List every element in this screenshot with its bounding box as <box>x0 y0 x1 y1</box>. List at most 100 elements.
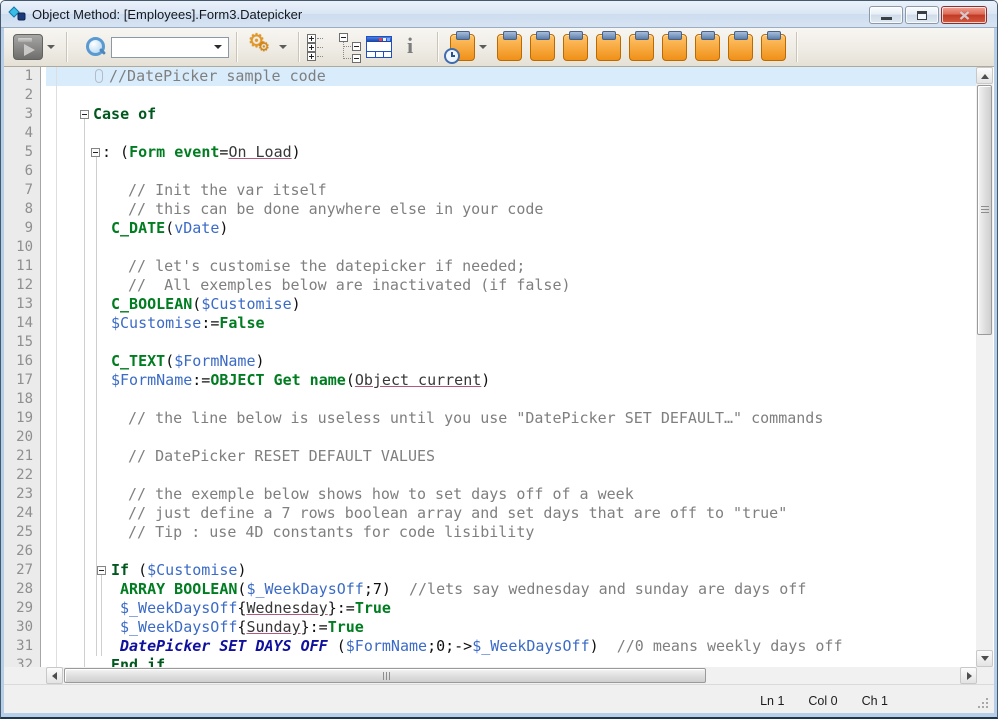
line-number: 10 <box>4 238 40 257</box>
code-line-30[interactable]: $_WeekDaysOff{Sunday}:=True <box>41 618 976 637</box>
scroll-right-button[interactable] <box>960 667 977 684</box>
code-line-3[interactable]: Case of <box>41 105 976 124</box>
clipboard-button-6[interactable] <box>662 34 687 61</box>
clipboard-button-5[interactable] <box>629 34 654 61</box>
code-line-12[interactable]: // All exemples below are inactivated (i… <box>41 276 976 295</box>
expand-all-button[interactable] <box>307 33 331 61</box>
search-icon[interactable] <box>85 36 107 58</box>
collapse-all-button[interactable] <box>339 33 363 61</box>
clipboard-button-8[interactable] <box>728 34 753 61</box>
code-token: End if <box>111 656 165 667</box>
scroll-up-button[interactable] <box>976 67 993 84</box>
code-line-13[interactable]: C_BOOLEAN($Customise) <box>41 295 976 314</box>
code-token: ( <box>192 295 201 313</box>
run-method-button[interactable] <box>13 34 43 60</box>
code-token: // just define a 7 rows boolean array an… <box>128 504 787 522</box>
line-number: 21 <box>4 447 40 466</box>
code-token: // Init the var itself <box>128 181 327 199</box>
title-bar[interactable]: Object Method: [Employees].Form3.Datepic… <box>1 1 997 28</box>
line-number: 7 <box>4 181 40 200</box>
scroll-left-button[interactable] <box>46 667 63 684</box>
code-line-7[interactable]: // Init the var itself <box>41 181 976 200</box>
code-line-21[interactable]: // DatePicker RESET DEFAULT VALUES <box>41 447 976 466</box>
code-line-9[interactable]: C_DATE(vDate) <box>41 219 976 238</box>
fold-collapse-icon[interactable] <box>97 566 106 575</box>
method-info-button[interactable] <box>401 33 419 61</box>
code-editor: 1234567891011121314151617181920212223242… <box>4 67 994 667</box>
line-number: 20 <box>4 428 40 447</box>
vertical-scrollbar[interactable] <box>976 67 993 667</box>
fold-collapse-icon[interactable] <box>91 148 100 157</box>
clipboard-button-1[interactable] <box>497 34 522 61</box>
macros-dropdown-arrow-icon[interactable] <box>479 45 487 49</box>
code-token: $FormName <box>346 637 427 655</box>
toolbar <box>4 28 994 67</box>
code-token: // this can be done anywhere else in you… <box>128 200 543 218</box>
code-token: $_WeekDaysOff <box>120 599 237 617</box>
macros-button[interactable] <box>450 34 475 61</box>
code-line-32[interactable]: End if <box>41 656 976 667</box>
search-input[interactable] <box>114 39 210 56</box>
code-line-8[interactable]: // this can be done anywhere else in you… <box>41 200 976 219</box>
line-number: 31 <box>4 637 40 656</box>
window-title: Object Method: [Employees].Form3.Datepic… <box>32 7 302 22</box>
code-token: OBJECT Get name <box>210 371 345 389</box>
scroll-down-button[interactable] <box>976 650 993 667</box>
code-line-25[interactable]: // Tip : use 4D constants for code lisib… <box>41 523 976 542</box>
code-token: // let's customise the datepicker if nee… <box>128 257 525 275</box>
clipboard-buttons <box>497 34 786 61</box>
settings-dropdown-arrow-icon[interactable] <box>279 45 287 49</box>
code-token: ) <box>256 352 265 370</box>
code-line-29[interactable]: $_WeekDaysOff{Wednesday}:=True <box>41 599 976 618</box>
clipboard-button-7[interactable] <box>695 34 720 61</box>
code-line-11[interactable]: // let's customise the datepicker if nee… <box>41 257 976 276</box>
code-token: $FormName <box>174 352 255 370</box>
code-token: $Customise <box>111 314 201 332</box>
arrow-down-icon <box>981 656 989 661</box>
code-line-1[interactable]: //DatePicker sample code <box>41 67 976 86</box>
horizontal-scrollbar-thumb[interactable] <box>64 668 706 683</box>
code-line-14[interactable]: $Customise:=False <box>41 314 976 333</box>
goto-form-button[interactable] <box>366 36 392 58</box>
code-token: C_TEXT <box>111 352 165 370</box>
toolbar-separator <box>437 32 439 62</box>
line-number: 3 <box>4 105 40 124</box>
resize-grip-icon[interactable] <box>978 698 988 708</box>
clipboard-button-2[interactable] <box>530 34 555 61</box>
minimize-button[interactable] <box>869 6 903 24</box>
code-token: ) <box>292 295 301 313</box>
code-line-31[interactable]: DatePicker SET DAYS OFF ($FormName;0;->$… <box>41 637 976 656</box>
code-line-5[interactable]: : (Form event=On Load) <box>41 143 976 162</box>
clipboard-button-3[interactable] <box>563 34 588 61</box>
code-token: // DatePicker RESET DEFAULT VALUES <box>128 447 435 465</box>
line-number: 24 <box>4 504 40 523</box>
code-token: //lets say wednesday and sunday are days… <box>409 580 806 598</box>
code-token: True <box>328 618 364 636</box>
method-settings-button[interactable] <box>245 33 275 61</box>
code-line-24[interactable]: // just define a 7 rows boolean array an… <box>41 504 976 523</box>
fold-collapse-icon[interactable] <box>80 110 89 119</box>
code-token: $_WeekDaysOff <box>120 618 237 636</box>
code-line-28[interactable]: ARRAY BOOLEAN($_WeekDaysOff;7) //lets sa… <box>41 580 976 599</box>
code-line-19[interactable]: // the line below is useless until you u… <box>41 409 976 428</box>
search-dropdown-arrow-icon[interactable] <box>214 45 222 49</box>
code-token: ( <box>328 637 346 655</box>
code-line-17[interactable]: $FormName:=OBJECT Get name(Object curren… <box>41 371 976 390</box>
clipboard-button-9[interactable] <box>761 34 786 61</box>
line-number: 27 <box>4 561 40 580</box>
code-line-23[interactable]: // the exemple below shows how to set da… <box>41 485 976 504</box>
clipboard-button-4[interactable] <box>596 34 621 61</box>
line-number: 16 <box>4 352 40 371</box>
code-line-27[interactable]: If ($Customise) <box>41 561 976 580</box>
line-number: 2 <box>4 86 40 105</box>
horizontal-scrollbar[interactable] <box>46 667 977 684</box>
maximize-icon <box>917 11 927 20</box>
vertical-scrollbar-thumb[interactable] <box>977 85 992 335</box>
run-dropdown-arrow-icon[interactable] <box>47 45 55 49</box>
close-button[interactable] <box>941 6 987 24</box>
code-area[interactable]: //DatePicker sample code Case of : (Form e… <box>41 67 976 667</box>
code-token: On Load <box>228 143 291 161</box>
search-combobox[interactable] <box>111 37 229 58</box>
code-line-16[interactable]: C_TEXT($FormName) <box>41 352 976 371</box>
maximize-button[interactable] <box>905 6 939 24</box>
